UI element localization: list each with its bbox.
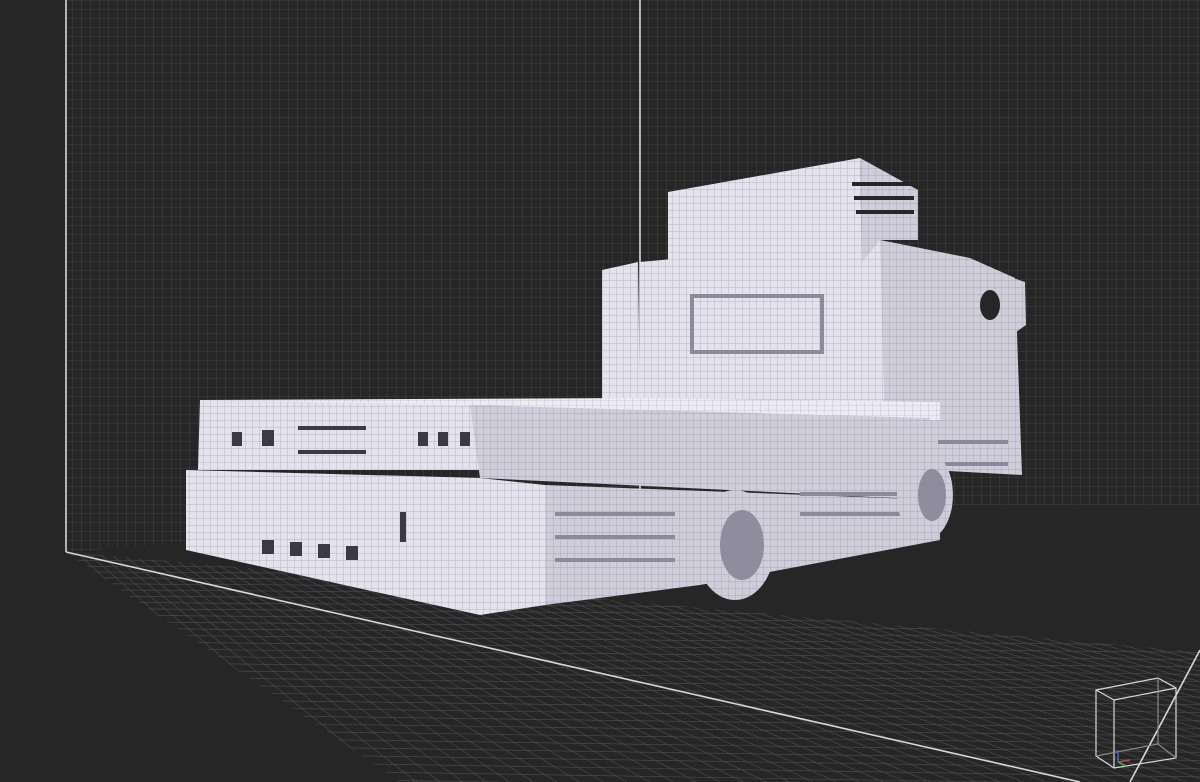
axis-indicators bbox=[1117, 750, 1131, 767]
mirror-hole bbox=[980, 290, 1000, 320]
view-cube-icon[interactable] bbox=[1088, 672, 1184, 772]
3d-viewport[interactable] bbox=[0, 0, 1200, 782]
front-wheel bbox=[897, 450, 953, 540]
exhaust-stack bbox=[602, 262, 640, 400]
rear-bumper-face bbox=[186, 470, 545, 615]
voxel-scene[interactable] bbox=[0, 0, 1200, 782]
rear-wheel bbox=[695, 490, 775, 600]
